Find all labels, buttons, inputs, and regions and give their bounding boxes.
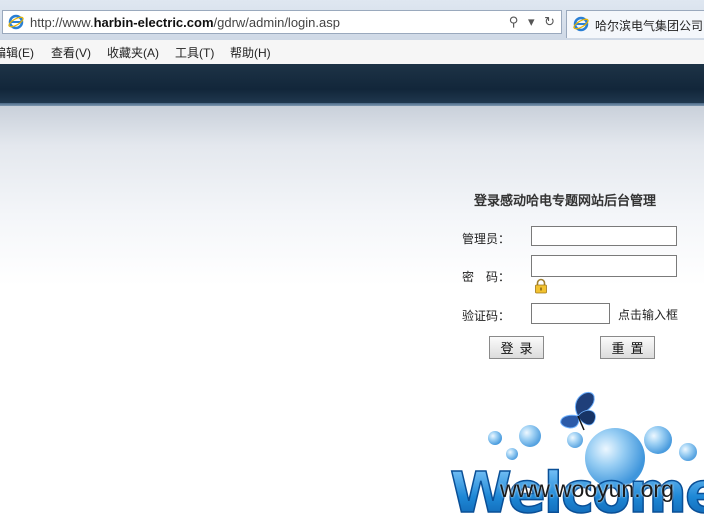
bubble <box>679 443 697 461</box>
tab-title: 哈尔滨电气集团公司 <box>595 19 704 33</box>
url-text[interactable]: http://www.harbin-electric.com/gdrw/admi… <box>30 15 340 30</box>
refresh-icon[interactable]: ↻ <box>544 14 555 29</box>
menu-edit[interactable]: 编辑(E) <box>0 44 34 61</box>
butterfly-icon <box>560 391 596 431</box>
bubble <box>506 448 518 460</box>
search-icon[interactable]: ⚲ <box>509 14 519 29</box>
reset-button[interactable]: 重置 <box>600 336 655 359</box>
ie-logo-icon <box>8 14 24 30</box>
watermark-text: www.wooyun.org <box>500 476 674 502</box>
menu-bar: 编辑(E) 查看(V) 收藏夹(A) 工具(T) 帮助(H) <box>0 40 704 65</box>
browser-address-row: http://www.harbin-electric.com/gdrw/admi… <box>0 0 704 41</box>
username-label: 管理员： <box>462 232 511 246</box>
captcha-input[interactable] <box>531 303 610 324</box>
bubble <box>488 431 502 445</box>
username-input[interactable] <box>531 226 677 246</box>
menu-view[interactable]: 查看(V) <box>51 44 91 61</box>
captcha-label: 验证码： <box>462 309 511 323</box>
menu-help[interactable]: 帮助(H) <box>230 44 271 61</box>
bubble <box>519 425 541 447</box>
top-banner <box>0 64 704 106</box>
password-input[interactable] <box>531 255 677 277</box>
captcha-hint: 点击输入框 <box>618 308 679 322</box>
lock-icon <box>535 278 547 294</box>
login-button[interactable]: 登录 <box>489 336 544 359</box>
dropdown-icon[interactable]: ▾ <box>528 14 535 29</box>
bubble <box>644 426 672 454</box>
bubble <box>567 432 583 448</box>
browser-tab[interactable]: 哈尔滨电气集团公司 <box>566 10 704 38</box>
password-label: 密 码： <box>462 270 511 284</box>
menu-tools[interactable]: 工具(T) <box>175 44 214 61</box>
address-bar[interactable]: http://www.harbin-electric.com/gdrw/admi… <box>2 10 562 34</box>
tab-ie-logo-icon <box>573 16 589 32</box>
login-title: 登录感动哈电专题网站后台管理 <box>474 193 657 208</box>
menu-favorites[interactable]: 收藏夹(A) <box>107 44 159 61</box>
